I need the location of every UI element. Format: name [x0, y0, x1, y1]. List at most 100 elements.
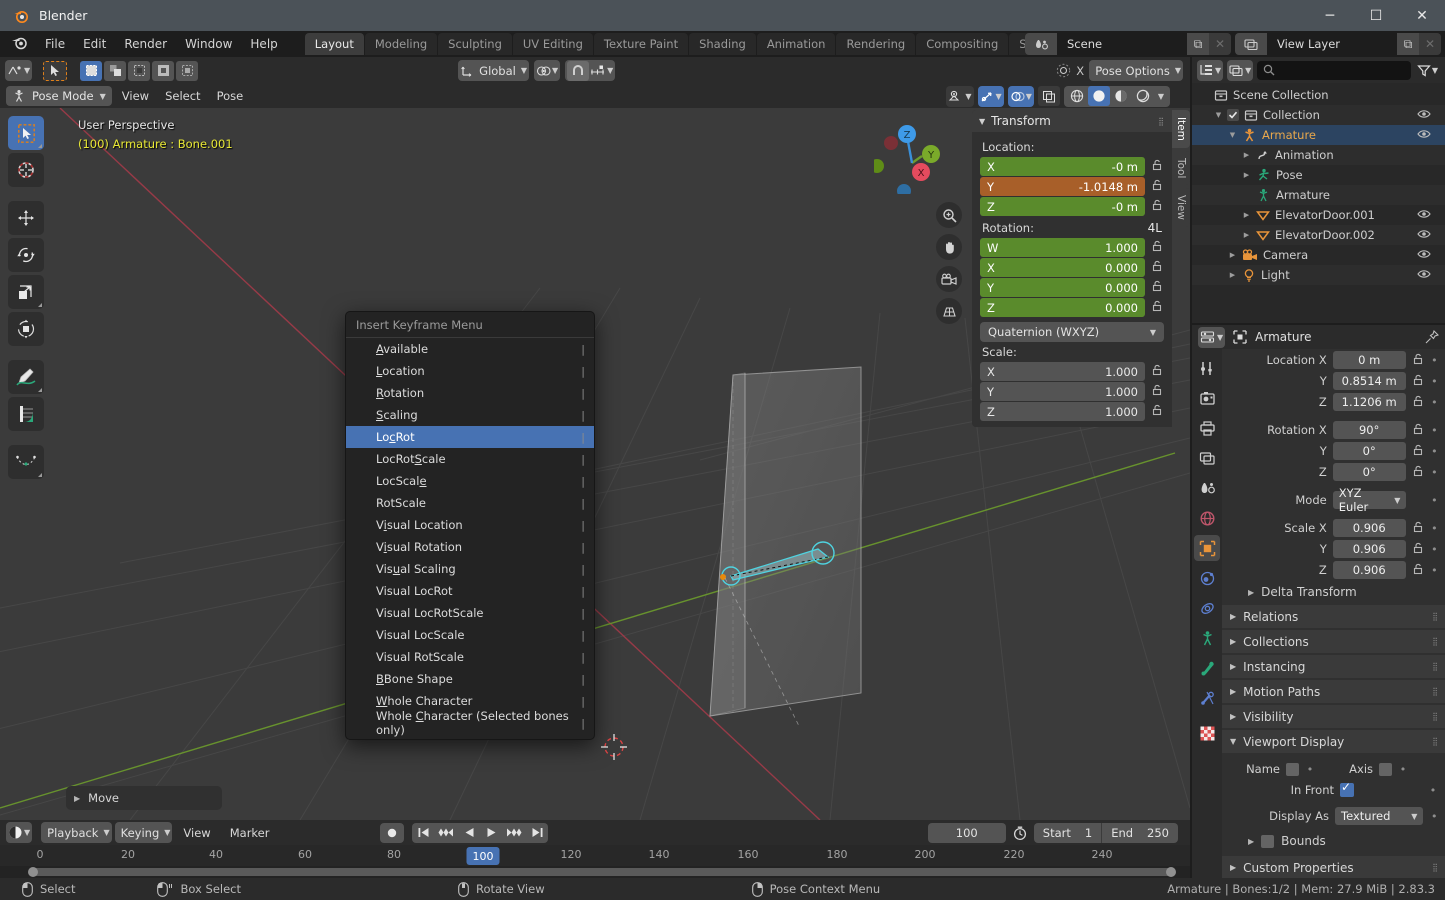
name-checkbox[interactable]	[1286, 762, 1299, 776]
property-z-field[interactable]: 0°	[1332, 463, 1406, 481]
outliner-row-armature[interactable]: ▼ Armature	[1192, 125, 1445, 145]
keyframe-menu-item-bbone-shape[interactable]: BBone Shape |	[346, 668, 594, 690]
section-instancing[interactable]: ▶ Instancing ⣿	[1222, 655, 1445, 678]
animate-property-dot[interactable]: •	[1429, 810, 1439, 823]
section-custom-properties[interactable]: ▶ Custom Properties ⣿	[1222, 856, 1445, 879]
property-scale-x-field[interactable]: 0.906	[1332, 519, 1406, 537]
pose-options-selector[interactable]: Pose Options ▼	[1089, 60, 1183, 81]
keyframe-menu-item-locrotscale[interactable]: LocRotScale |	[346, 448, 594, 470]
render-properties-tab[interactable]	[1194, 385, 1220, 411]
scale-y-field[interactable]: Y 1.000	[980, 382, 1145, 401]
jump-to-end-button[interactable]	[526, 823, 548, 843]
shading-solid-button[interactable]	[1087, 86, 1110, 106]
outliner-row-camera[interactable]: ▶ Camera	[1192, 245, 1445, 265]
collapse-triangle-icon[interactable]: ▼	[1214, 111, 1223, 119]
lock-icon[interactable]	[1150, 240, 1164, 255]
previous-keyframe-button[interactable]	[434, 823, 458, 843]
property-y-field[interactable]: 0.8514 m	[1332, 372, 1406, 390]
pivot-point-selector[interactable]: ▼	[534, 60, 561, 81]
expand-triangle-icon[interactable]: ▶	[1228, 251, 1237, 259]
keyframe-menu-item-visual-location[interactable]: Visual Location |	[346, 514, 594, 536]
start-frame-field[interactable]: Start 1	[1034, 823, 1101, 843]
location-z-field[interactable]: Z -0 m	[980, 197, 1145, 216]
texture-properties-tab[interactable]	[1194, 720, 1220, 746]
constraint-properties-tab[interactable]	[1194, 595, 1220, 621]
outliner-checkbox[interactable]	[1227, 109, 1239, 121]
keyframe-menu-item-visual-locrot[interactable]: Visual LocRot |	[346, 580, 594, 602]
eye-visibility-icon[interactable]	[1417, 108, 1431, 122]
property-y-field[interactable]: 0°	[1332, 442, 1406, 460]
viewlayer-unlink-button[interactable]: ✕	[1419, 33, 1441, 55]
annotate-tool-button[interactable]	[8, 360, 44, 394]
end-frame-field[interactable]: End 250	[1101, 822, 1178, 843]
menu-help[interactable]: Help	[241, 34, 286, 54]
location-x-field[interactable]: X -0 m	[980, 157, 1145, 176]
select-difference-button[interactable]	[176, 60, 199, 81]
outliner-row-elevatordoor-001[interactable]: ▶ ElevatorDoor.001	[1192, 205, 1445, 225]
snap-toggle-button[interactable]	[567, 60, 590, 81]
animate-property-dot[interactable]: •	[1305, 763, 1315, 776]
keyframe-menu-item-rotscale[interactable]: RotScale |	[346, 492, 594, 514]
lock-icon[interactable]	[1150, 159, 1164, 174]
move-tool-button[interactable]	[8, 201, 44, 235]
jump-to-start-button[interactable]	[412, 823, 434, 843]
property-rotation-x-field[interactable]: 90°	[1332, 421, 1406, 439]
expand-triangle-icon[interactable]: ▶	[1242, 171, 1251, 179]
bone-constraint-properties-tab[interactable]	[1194, 685, 1220, 711]
camera-view-button[interactable]	[936, 266, 962, 292]
outliner-editor-type-selector[interactable]: ▼	[1197, 59, 1224, 81]
expand-triangle-icon[interactable]: ▶	[1242, 231, 1251, 239]
property-location-x-field[interactable]: 0 m	[1332, 351, 1406, 369]
location-y-field[interactable]: Y -1.0148 m	[980, 177, 1145, 196]
viewport-menu-pose[interactable]: Pose	[209, 87, 252, 105]
property-z-field[interactable]: 1.1206 m	[1332, 393, 1406, 411]
menu-render[interactable]: Render	[115, 34, 176, 54]
menu-edit[interactable]: Edit	[74, 34, 115, 54]
property-z-field[interactable]: 0.906	[1332, 561, 1406, 579]
navigation-gizmo[interactable]: Z Y X	[874, 118, 950, 194]
scene-name[interactable]: Scene	[1057, 33, 1187, 55]
gizmo-selector[interactable]: ▼	[977, 85, 1004, 107]
lock-icon[interactable]	[1412, 465, 1424, 480]
lock-icon[interactable]	[1150, 384, 1164, 399]
lock-icon[interactable]	[1150, 280, 1164, 295]
tweak-tool-button[interactable]	[8, 116, 44, 150]
transform-panel-header[interactable]: ▼ Transform ⣿	[972, 110, 1172, 132]
outliner-row-pose[interactable]: ▶ Pose	[1192, 165, 1445, 185]
bone-roll-tool-button[interactable]	[8, 445, 44, 479]
lock-icon[interactable]	[1150, 404, 1164, 419]
in-front-checkbox[interactable]	[1340, 780, 1354, 797]
side-panel-tab-item[interactable]: Item	[1172, 110, 1190, 148]
keyframe-menu-item-scaling[interactable]: Scaling |	[346, 404, 594, 426]
section-viewport-display[interactable]: ▼ Viewport Display ⣿	[1222, 730, 1445, 753]
scale-z-field[interactable]: Z 1.000	[980, 402, 1145, 421]
keyframe-menu-item-visual-locscale[interactable]: Visual LocScale |	[346, 624, 594, 646]
world-properties-tab[interactable]	[1194, 505, 1220, 531]
lock-icon[interactable]	[1150, 260, 1164, 275]
keyframe-menu-item-visual-rotation[interactable]: Visual Rotation |	[346, 536, 594, 558]
rotation-w-field[interactable]: W 1.000	[980, 238, 1145, 257]
animate-property-dot[interactable]: •	[1430, 564, 1439, 577]
workspace-tab-animation[interactable]: Animation	[756, 33, 836, 55]
close-button[interactable]: ✕	[1399, 0, 1445, 31]
viewlayer-new-button[interactable]: ⧉	[1397, 33, 1419, 55]
toggle-perspective-button[interactable]	[936, 298, 962, 324]
keyframe-menu-item-rotation[interactable]: Rotation |	[346, 382, 594, 404]
playback-menu[interactable]: Playback ▼	[41, 822, 112, 843]
menu-file[interactable]: File	[36, 34, 74, 54]
viewport-menu-view[interactable]: View	[114, 87, 157, 105]
eye-visibility-icon[interactable]	[1417, 228, 1431, 242]
transform-tool-button[interactable]	[8, 312, 44, 346]
workspace-tab-layout[interactable]: Layout	[304, 33, 364, 55]
workspace-tab-texture-paint[interactable]: Texture Paint	[593, 33, 689, 55]
animate-property-dot[interactable]: •	[1430, 494, 1439, 507]
armature-data-properties-tab[interactable]	[1194, 625, 1220, 651]
workspace-tab-rendering[interactable]: Rendering	[836, 33, 916, 55]
lock-icon[interactable]	[1150, 300, 1164, 315]
animate-property-dot[interactable]: •	[1430, 396, 1439, 409]
lock-icon[interactable]	[1412, 353, 1424, 368]
axis-checkbox[interactable]	[1379, 762, 1392, 776]
tool-properties-tab[interactable]	[1194, 355, 1220, 381]
keyframe-menu-item-available[interactable]: Available |	[346, 338, 594, 360]
xray-label[interactable]: X	[1076, 64, 1084, 78]
